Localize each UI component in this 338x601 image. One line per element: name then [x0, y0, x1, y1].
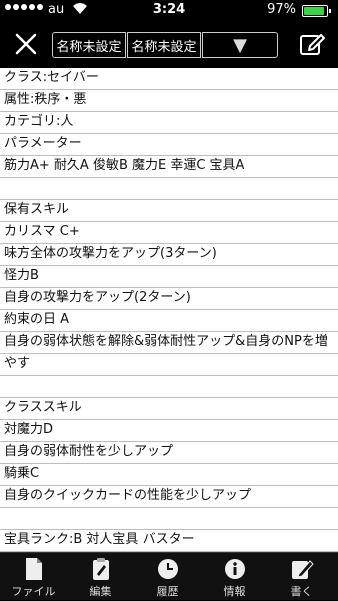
tab-label: 書く — [290, 585, 313, 598]
tab-history[interactable]: 履歴 — [134, 553, 201, 601]
tag-button-2[interactable]: 名称未設定 — [127, 32, 201, 58]
tab-edit[interactable]: 編集 — [67, 553, 134, 601]
note-line: やす — [0, 354, 338, 376]
compose-icon — [300, 34, 325, 55]
note-line: クラススキル — [0, 398, 338, 420]
note-line: 宝具ランク:B 対人宝具 バスター — [0, 530, 338, 552]
note-line: 属性:秩序・悪 — [0, 90, 338, 112]
battery-percent: 97% — [267, 2, 296, 17]
close-button[interactable] — [10, 28, 42, 60]
note-line — [0, 508, 338, 530]
clock-icon — [157, 559, 178, 579]
note-line: カリスマ C+ — [0, 222, 338, 244]
toolbar: 名称未設定 名称未設定 ▼ — [0, 20, 338, 68]
note-line: カテゴリ:人 — [0, 112, 338, 134]
chevron-down-icon: ▼ — [233, 34, 247, 56]
tab-info[interactable]: 情報 — [201, 553, 268, 601]
note-line: 味方全体の攻撃力をアップ(3ターン) — [0, 244, 338, 266]
note-line: 筋力A+ 耐久A 俊敏B 魔力E 幸運C 宝具A — [0, 156, 338, 178]
tag-button-1[interactable]: 名称未設定 — [52, 32, 126, 58]
info-icon — [224, 559, 245, 579]
note-line — [0, 178, 338, 200]
tab-label: 編集 — [89, 585, 112, 598]
note-line: クラス:セイバー — [0, 68, 338, 90]
note-line: 怪力B — [0, 266, 338, 288]
close-icon — [15, 33, 37, 55]
bottom-tab-bar: ファイル 編集 履歴 情報 書く — [0, 552, 338, 600]
note-line: 自身のクイックカードの性能を少しアップ — [0, 486, 338, 508]
tab-write[interactable]: 書く — [268, 553, 335, 601]
pencil-icon — [291, 560, 314, 579]
status-bar: au 3:24 97% — [0, 0, 338, 20]
file-icon — [25, 558, 42, 580]
battery-icon — [302, 5, 331, 17]
edit-clipboard-icon — [92, 558, 109, 580]
note-line: 自身の攻撃力をアップ(2ターン) — [0, 288, 338, 310]
tab-file[interactable]: ファイル — [0, 553, 67, 601]
note-line: 約束の日 A — [0, 310, 338, 332]
note-line: 自身の弱体状態を解除&弱体耐性アップ&自身のNPを増 — [0, 332, 338, 354]
note-line: 騎乗C — [0, 464, 338, 486]
note-line: 自身の弱体耐性を少しアップ — [0, 442, 338, 464]
note-editor[interactable]: クラス:セイバー 属性:秩序・悪 カテゴリ:人 パラメーター 筋力A+ 耐久A … — [0, 68, 338, 552]
tab-label: 情報 — [223, 585, 246, 598]
note-line: 保有スキル — [0, 200, 338, 222]
note-line: 対魔力D — [0, 420, 338, 442]
tag-dropdown-button[interactable]: ▼ — [202, 32, 278, 58]
tab-label: ファイル — [11, 585, 56, 598]
compose-button[interactable] — [296, 28, 328, 60]
tab-label: 履歴 — [156, 585, 179, 598]
note-line — [0, 376, 338, 398]
note-line: パラメーター — [0, 134, 338, 156]
